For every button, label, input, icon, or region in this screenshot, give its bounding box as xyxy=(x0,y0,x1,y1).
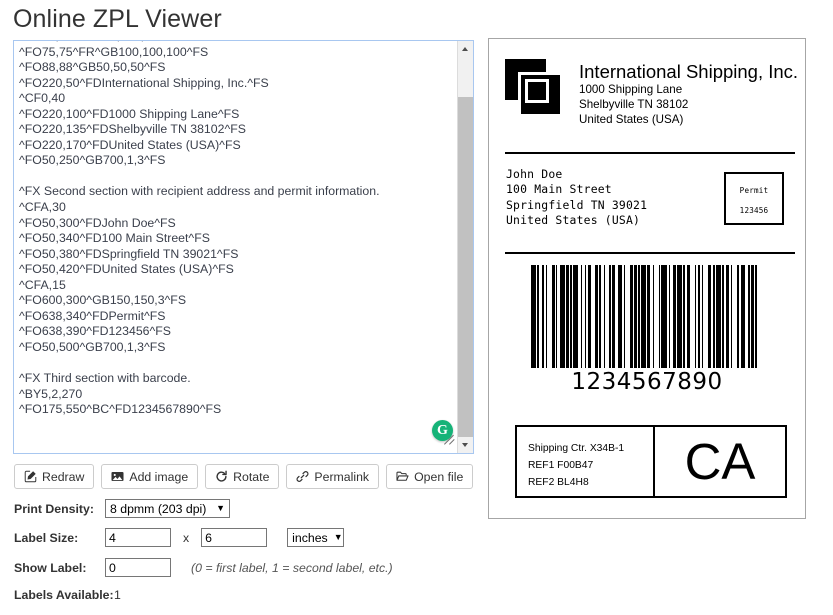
open-file-button[interactable]: Open file xyxy=(386,464,474,489)
label-size-row: Label Size: x inches ▼ xyxy=(14,528,345,547)
reference-cell: Shipping Ctr. X34B-1 REF1 F00B47 REF2 BL… xyxy=(517,427,655,496)
show-label-input[interactable] xyxy=(105,558,171,577)
zpl-code-text[interactable]: ^FO50,50^GB100,100,100^FS ^FO75,75^FR^GB… xyxy=(14,41,449,418)
textarea-resize-handle[interactable] xyxy=(443,432,456,445)
editor-scrollbar[interactable] xyxy=(457,41,473,453)
rendered-label: International Shipping, Inc. 1000 Shippi… xyxy=(499,47,799,507)
label-width-input[interactable] xyxy=(105,528,171,547)
show-label-row: Show Label: (0 = first label, 1 = second… xyxy=(14,558,393,577)
image-icon xyxy=(111,470,124,483)
chevron-down-icon: ▼ xyxy=(216,503,225,513)
barcode-bars xyxy=(499,265,795,368)
zpl-code-textarea[interactable]: ^FO50,50^GB100,100,100^FS ^FO75,75^FR^GB… xyxy=(13,40,474,454)
redraw-button-label: Redraw xyxy=(42,469,85,484)
print-density-row: Print Density: 8 dpmm (203 dpi) ▼ xyxy=(14,499,230,518)
pencil-square-icon xyxy=(24,470,37,483)
show-label-label: Show Label: xyxy=(14,560,87,575)
permalink-button-label: Permalink xyxy=(314,469,370,484)
permit-box: Permit 123456 xyxy=(724,172,784,225)
company-logo-icon xyxy=(505,59,563,117)
editor-toolbar: Redraw Add image Rotate Permalink Open f… xyxy=(14,464,474,489)
label-divider-bottom xyxy=(505,252,795,254)
chevron-down-icon: ▼ xyxy=(333,532,343,542)
print-density-select[interactable]: 8 dpmm (203 dpi) ▼ xyxy=(105,499,230,518)
label-unit-select[interactable]: inches ▼ xyxy=(287,528,345,547)
rotate-button[interactable]: Rotate xyxy=(205,464,280,489)
country-code-cell: CA xyxy=(655,427,785,496)
permit-number: 123456 xyxy=(739,206,769,215)
label-preview-panel[interactable]: International Shipping, Inc. 1000 Shippi… xyxy=(488,38,806,519)
label-unit-value: inches xyxy=(292,530,328,545)
reference-line-3: REF2 BL4H8 xyxy=(528,477,589,488)
link-icon xyxy=(296,470,309,483)
scroll-up-arrow-icon[interactable] xyxy=(458,41,473,57)
open-file-button-label: Open file xyxy=(414,469,464,484)
rotate-icon xyxy=(215,470,228,483)
reference-line-2: REF1 F00B47 xyxy=(528,460,594,471)
label-divider-top xyxy=(505,152,795,154)
labels-available-value: 1 xyxy=(114,588,121,602)
show-label-hint: (0 = first label, 1 = second label, etc.… xyxy=(191,560,393,575)
scroll-down-arrow-icon[interactable] xyxy=(458,437,473,453)
folder-open-icon xyxy=(396,470,409,483)
sender-address-line-2: Shelbyville TN 38102 xyxy=(579,98,689,112)
permit-title: Permit xyxy=(739,186,769,195)
page-title: Online ZPL Viewer xyxy=(13,5,222,33)
label-size-separator: x xyxy=(183,530,190,545)
labels-available-label: Labels Available: xyxy=(14,588,114,602)
editor-scrollbar-thumb[interactable] xyxy=(458,97,473,439)
sender-address-line-3: United States (USA) xyxy=(579,113,684,127)
barcode-area: 1234567890 xyxy=(499,265,795,395)
label-size-label: Label Size: xyxy=(14,530,79,545)
permalink-button[interactable]: Permalink xyxy=(286,464,380,489)
redraw-button[interactable]: Redraw xyxy=(14,464,95,489)
add-image-button-label: Add image xyxy=(129,469,189,484)
print-density-label: Print Density: xyxy=(14,501,94,516)
rotate-button-label: Rotate xyxy=(233,469,270,484)
country-code-text: CA xyxy=(684,432,756,490)
reference-line-1: Shipping Ctr. X34B-1 xyxy=(528,443,625,454)
sender-company-name: International Shipping, Inc. xyxy=(579,61,799,82)
add-image-button[interactable]: Add image xyxy=(101,464,199,489)
print-density-value: 8 dpmm (203 dpi) xyxy=(110,501,207,516)
sender-address-line-1: 1000 Shipping Lane xyxy=(579,83,683,96)
labels-available-row: Labels Available: 1 xyxy=(14,588,121,602)
sender-address-block: International Shipping, Inc. 1000 Shippi… xyxy=(579,61,799,128)
recipient-address-block: John Doe 100 Main Street Springfield TN … xyxy=(506,167,648,228)
reference-boxes: Shipping Ctr. X34B-1 REF1 F00B47 REF2 BL… xyxy=(515,425,787,498)
label-height-input[interactable] xyxy=(201,528,268,547)
barcode-value-text: 1234567890 xyxy=(571,369,723,395)
